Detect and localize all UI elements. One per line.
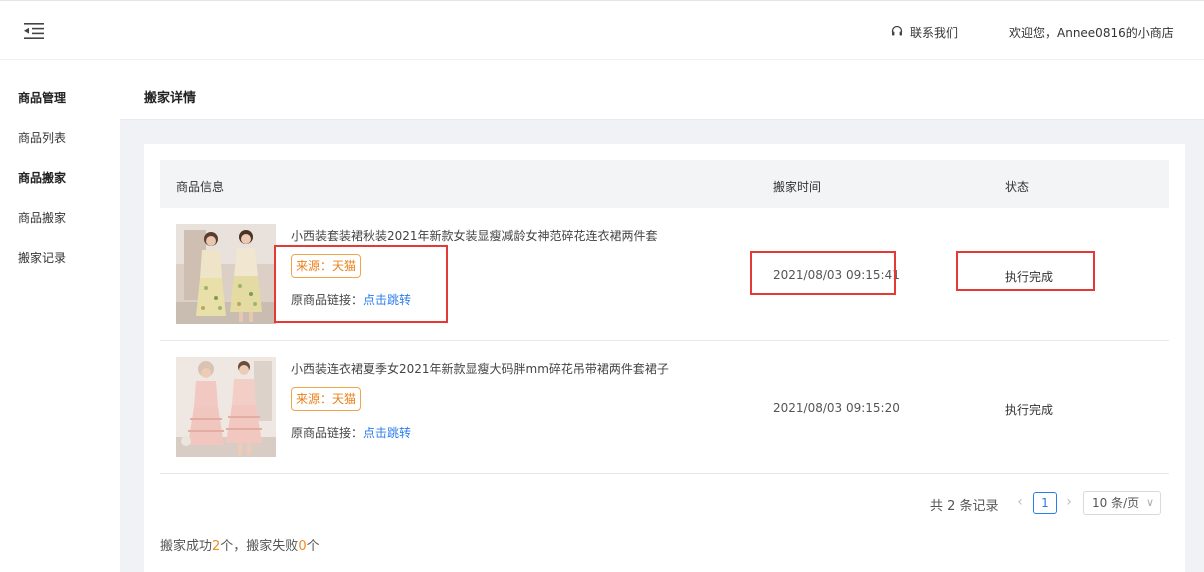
page-size-value: 10 条/页	[1092, 496, 1140, 510]
page-number-button[interactable]: 1	[1033, 492, 1057, 514]
original-link-label: 原商品链接：	[291, 426, 364, 440]
menu-collapse-icon[interactable]	[24, 23, 44, 39]
chevron-down-icon: ∨	[1145, 496, 1154, 509]
migration-time: 2021/08/03 09:15:20	[773, 401, 900, 415]
status-text: 执行完成	[1005, 403, 1054, 417]
sidebar: 商品管理 商品列表 商品搬家 商品搬家 搬家记录	[0, 60, 120, 572]
highlight-box-source	[274, 245, 448, 323]
sidebar-item-migration-records[interactable]: 搬家记录	[18, 249, 66, 266]
product-thumbnail	[176, 357, 276, 457]
column-header-migration-time: 搬家时间	[773, 180, 822, 194]
sidebar-item-product-migration[interactable]: 商品搬家	[18, 209, 66, 226]
table-header: 商品信息 搬家时间 状态	[160, 160, 1169, 208]
original-link-line: 原商品链接：点击跳转	[291, 424, 411, 441]
top-bar: 联系我们 欢迎您，Annee0816的小商店	[0, 0, 1204, 60]
welcome-text: 欢迎您，Annee0816的小商店	[1009, 26, 1174, 40]
main-content: 搬家详情 商品信息 搬家时间 状态 小西装套装裙秋装2021年新款女装显瘦减龄女…	[120, 60, 1204, 572]
contact-us-link[interactable]: 联系我们	[891, 24, 958, 41]
page-size-select[interactable]: 10 条/页 ∨	[1083, 491, 1161, 515]
sidebar-item-product-list[interactable]: 商品列表	[18, 129, 66, 146]
column-header-status: 状态	[1005, 180, 1030, 194]
jump-link[interactable]: 点击跳转	[363, 426, 411, 440]
next-page-icon[interactable]: ›	[1062, 494, 1076, 512]
total-records: 共 2 条记录	[930, 499, 999, 514]
migration-summary: 搬家成功2个，搬家失败0个	[160, 535, 320, 554]
contact-us-label: 联系我们	[910, 26, 959, 40]
sidebar-group-product-migration: 商品搬家	[18, 171, 67, 185]
source-badge: 来源：天猫	[291, 387, 362, 411]
highlight-box-time	[750, 251, 896, 295]
headset-icon	[891, 25, 903, 40]
prev-page-icon[interactable]: ‹	[1013, 494, 1027, 512]
summary-prefix: 搬家成功	[160, 539, 213, 554]
product-thumbnail	[176, 224, 276, 324]
table-row: 小西装连衣裙夏季女2021年新款显瘦大码胖mm碎花吊带裙两件套裙子 来源：天猫 …	[160, 341, 1169, 474]
details-card: 商品信息 搬家时间 状态 小西装套装裙秋装2021年新款女装显瘦减龄女神范碎花连…	[144, 144, 1185, 572]
sidebar-group-product-management: 商品管理	[18, 91, 67, 105]
page-header: 搬家详情	[120, 60, 1204, 120]
highlight-box-status	[956, 251, 1095, 291]
column-header-product-info: 商品信息	[176, 180, 225, 194]
product-name: 小西装连衣裙夏季女2021年新款显瘦大码胖mm碎花吊带裙两件套裙子	[291, 362, 669, 376]
summary-middle: 个，搬家失败	[220, 539, 299, 554]
page-title: 搬家详情	[144, 91, 197, 106]
product-name: 小西装套装裙秋装2021年新款女装显瘦减龄女神范碎花连衣裙两件套	[291, 229, 658, 243]
fail-count: 0	[298, 539, 307, 554]
summary-suffix: 个	[306, 539, 320, 554]
